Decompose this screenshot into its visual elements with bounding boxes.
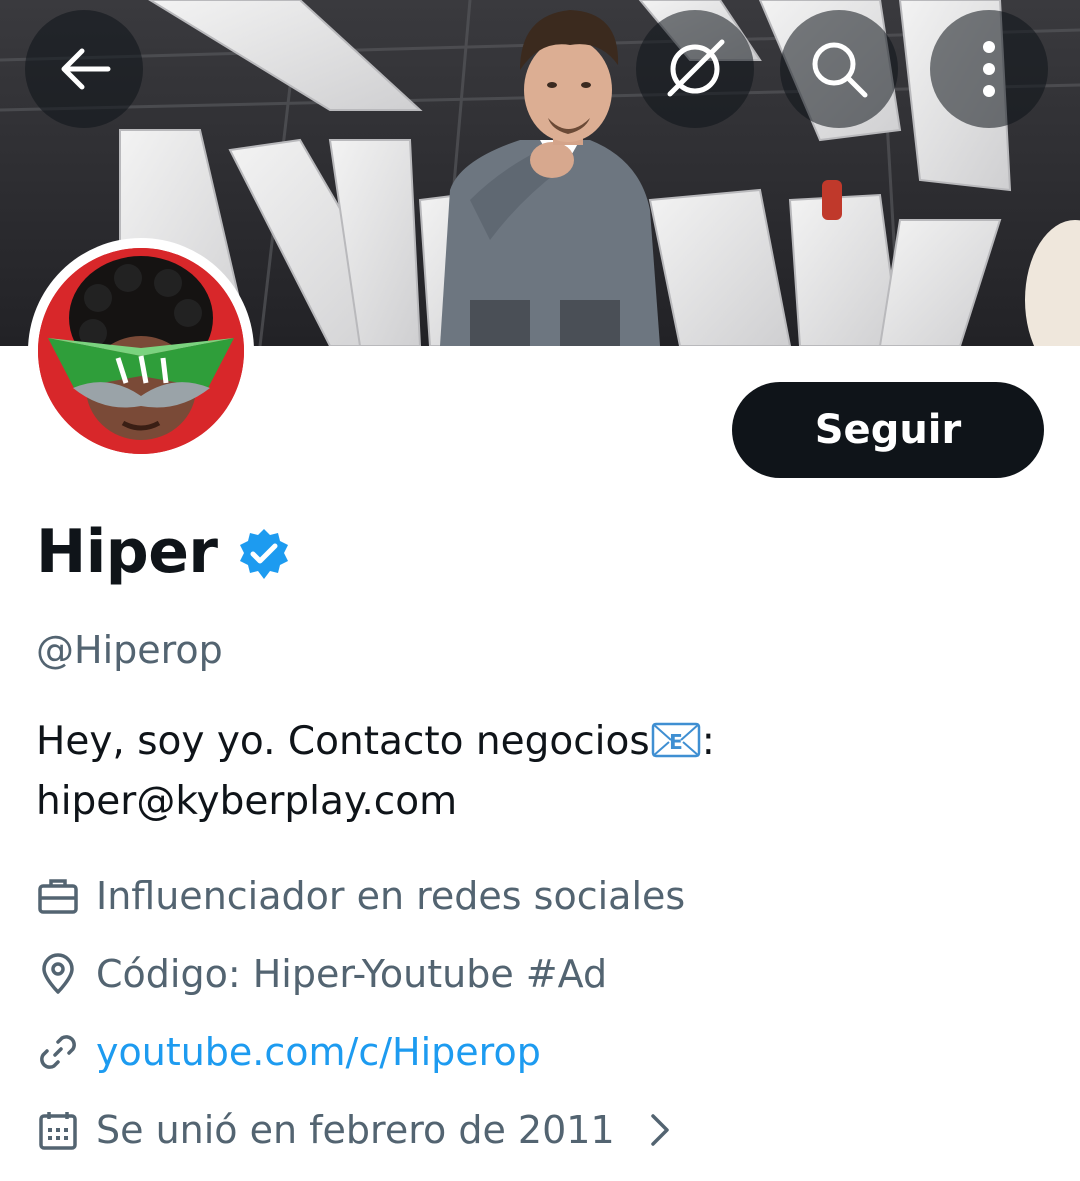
avatar-image <box>38 248 244 454</box>
user-handle: @Hiperop <box>36 628 223 672</box>
link-icon <box>40 1035 76 1069</box>
location-pin-icon <box>42 953 74 994</box>
website-link[interactable]: youtube.com/c/Hiperop <box>96 1022 541 1082</box>
briefcase-icon <box>38 879 78 914</box>
arrow-left-icon <box>61 48 111 90</box>
profile-name-row: Hiper <box>36 512 292 592</box>
category-text: Influenciador en redes sociales <box>96 874 686 918</box>
avatar[interactable] <box>28 238 254 464</box>
grok-button[interactable] <box>636 10 754 128</box>
chevron-right-icon[interactable] <box>639 1108 679 1152</box>
search-button[interactable] <box>780 10 898 128</box>
profile-bio: Hey, soy yo. Contacto negocios E: hiper@k… <box>36 712 1046 832</box>
search-icon <box>812 42 868 98</box>
calendar-icon <box>39 1112 77 1150</box>
bio-text-colon: : <box>701 719 715 764</box>
grok-icon <box>667 39 725 97</box>
verified-badge-icon[interactable] <box>236 527 292 583</box>
follow-button[interactable]: Seguir <box>732 382 1044 478</box>
more-options-button[interactable] <box>930 10 1048 128</box>
svg-text:E: E <box>669 730 683 754</box>
profile-joined-date[interactable]: Se unió en febrero de 2011 <box>36 1100 679 1160</box>
profile-location: Código: Hiper-Youtube #Ad <box>36 944 607 1004</box>
back-button[interactable] <box>25 10 143 128</box>
profile-category: Influenciador en redes sociales <box>36 866 685 926</box>
location-text: Código: Hiper-Youtube #Ad <box>96 952 608 996</box>
bio-email: hiper@kyberplay.com <box>36 779 458 824</box>
more-vertical-icon <box>983 41 995 97</box>
display-name: Hiper <box>36 517 218 587</box>
joined-text: Se unió en febrero de 2011 <box>96 1108 615 1152</box>
profile-website[interactable]: youtube.com/c/Hiperop <box>36 1022 541 1082</box>
bio-line-1: Hey, soy yo. Contacto negocios E: <box>36 712 1046 772</box>
email-envelope-icon: E <box>651 722 700 758</box>
bio-text: Hey, soy yo. Contacto negocios <box>36 719 650 764</box>
